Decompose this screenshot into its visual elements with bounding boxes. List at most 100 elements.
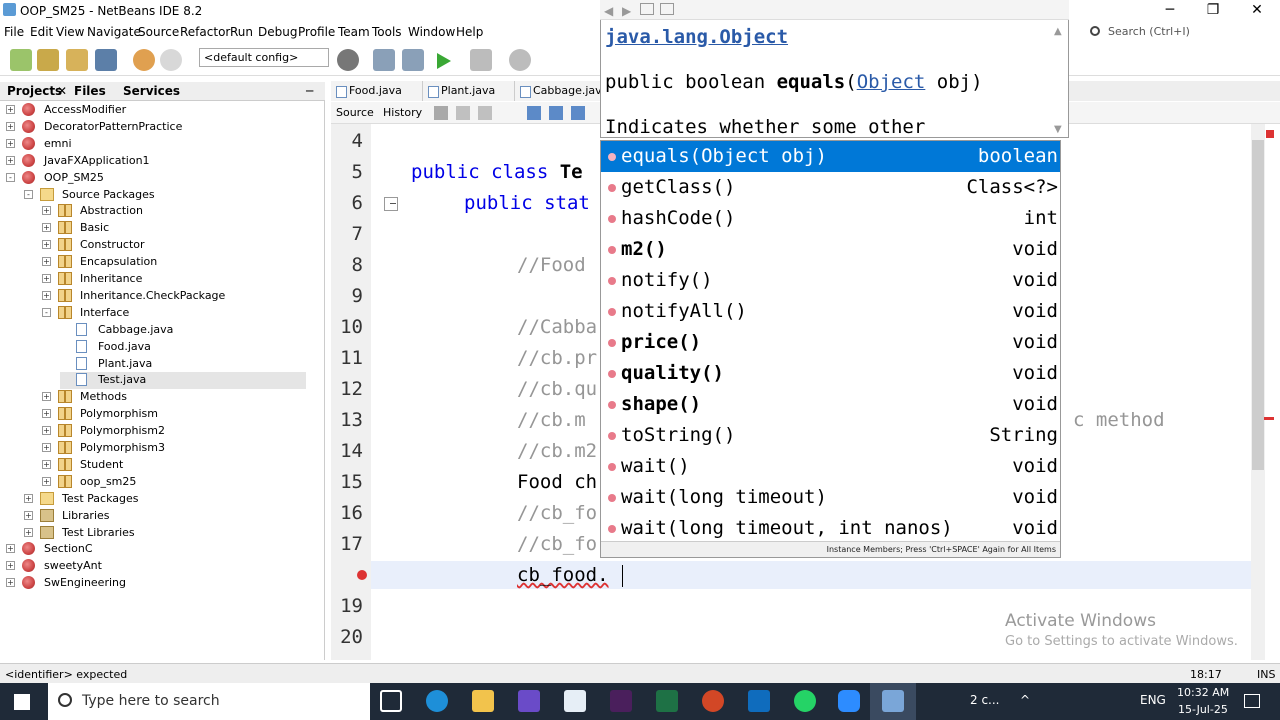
last-edit-icon[interactable] bbox=[434, 106, 448, 120]
expand-icon[interactable]: + bbox=[6, 544, 15, 554]
menu-tools[interactable]: Tools bbox=[372, 25, 402, 39]
expand-icon[interactable]: + bbox=[24, 493, 33, 503]
error-mark[interactable] bbox=[1264, 417, 1274, 420]
tree-item[interactable]: + Constructor bbox=[42, 237, 306, 254]
powerpoint-icon[interactable] bbox=[702, 690, 724, 712]
excel-icon[interactable] bbox=[656, 690, 678, 712]
tree-item[interactable]: + AccessModifier bbox=[6, 102, 306, 119]
close-projects-icon[interactable]: ✕ bbox=[57, 84, 67, 98]
open-source-icon[interactable] bbox=[660, 3, 674, 15]
menu-refactor[interactable]: Refactor bbox=[180, 25, 230, 39]
tree-item[interactable]: + Encapsulation bbox=[42, 254, 306, 271]
expand-icon[interactable]: + bbox=[42, 459, 51, 469]
collapse-icon[interactable]: - bbox=[24, 189, 33, 199]
tree-item[interactable]: + Inheritance bbox=[42, 271, 306, 288]
open-project-icon[interactable] bbox=[66, 49, 88, 71]
outlook-icon[interactable] bbox=[748, 690, 770, 712]
expand-icon[interactable]: + bbox=[6, 578, 15, 588]
weather-text[interactable]: 2 c... bbox=[970, 693, 1000, 707]
premiere-icon[interactable] bbox=[610, 690, 632, 712]
menu-profile[interactable]: Profile bbox=[298, 25, 335, 39]
forward-icon[interactable] bbox=[478, 106, 492, 120]
expand-icon[interactable]: + bbox=[6, 105, 15, 114]
tab-files[interactable]: Files bbox=[74, 84, 106, 98]
editor-scrollbar-thumb[interactable] bbox=[1252, 140, 1264, 470]
taskbar-search-input[interactable]: Type here to search bbox=[48, 683, 370, 720]
completion-item[interactable]: wait(long timeout) void bbox=[601, 482, 1060, 513]
netbeans-icon[interactable] bbox=[882, 690, 904, 712]
tree-item[interactable]: + Basic bbox=[42, 220, 306, 237]
javadoc-class-link[interactable]: java.lang.Object bbox=[605, 26, 788, 48]
expand-icon[interactable]: + bbox=[24, 510, 33, 520]
tree-item[interactable]: + Test Packages bbox=[24, 491, 306, 508]
expand-icon[interactable]: + bbox=[42, 290, 51, 300]
expand-icon[interactable]: + bbox=[6, 121, 15, 131]
collapse-icon[interactable]: - bbox=[6, 172, 15, 182]
completion-item[interactable]: notifyAll() void bbox=[601, 296, 1060, 327]
clock-time[interactable]: 10:32 AM bbox=[1177, 686, 1229, 699]
completion-item[interactable]: wait() void bbox=[601, 451, 1060, 482]
tree-item[interactable]: + Inheritance.CheckPackage bbox=[42, 288, 306, 305]
clock-date[interactable]: 15-Jul-25 bbox=[1178, 703, 1228, 716]
clean-build-icon[interactable] bbox=[402, 49, 424, 71]
completion-item[interactable]: wait(long timeout, int nanos) void bbox=[601, 513, 1060, 544]
menu-debug[interactable]: Debug bbox=[258, 25, 297, 39]
expand-icon[interactable]: + bbox=[42, 223, 51, 233]
forward-arrow-icon[interactable]: ▶ bbox=[622, 4, 631, 18]
search-input[interactable]: Search (Ctrl+I) bbox=[1082, 22, 1280, 42]
menu-navigate[interactable]: Navigate bbox=[87, 25, 141, 39]
javadoc-sig-type-link[interactable]: Object bbox=[857, 71, 926, 93]
tree-item[interactable]: Plant.java bbox=[60, 356, 306, 373]
language-indicator[interactable]: ENG bbox=[1140, 693, 1166, 707]
fold-icon[interactable] bbox=[384, 197, 398, 211]
notepad-icon[interactable] bbox=[564, 690, 586, 712]
tree-item[interactable]: + Polymorphism3 bbox=[42, 440, 306, 457]
minimize-panel-icon[interactable]: ─ bbox=[306, 84, 313, 98]
tab-projects[interactable]: Projects bbox=[7, 84, 62, 98]
menu-team[interactable]: Team bbox=[338, 25, 370, 39]
after-effects-icon[interactable] bbox=[518, 690, 540, 712]
menu-view[interactable]: View bbox=[56, 25, 84, 39]
tree-item[interactable]: + Student bbox=[42, 457, 306, 474]
completion-item[interactable]: price() void bbox=[601, 327, 1060, 358]
tree-item[interactable]: + oop_sm25 bbox=[42, 474, 306, 491]
tree-item[interactable]: - OOP_SM25 bbox=[6, 170, 306, 187]
tab-food-java[interactable]: Food.java bbox=[331, 81, 423, 101]
tree-item[interactable]: - Source Packages bbox=[24, 187, 306, 204]
whatsapp-icon[interactable] bbox=[794, 690, 816, 712]
completion-item[interactable]: notify() void bbox=[601, 265, 1060, 296]
menu-run[interactable]: Run bbox=[230, 25, 253, 39]
find-next-icon[interactable] bbox=[549, 106, 563, 120]
back-arrow-icon[interactable]: ◀ bbox=[604, 4, 613, 18]
tree-item[interactable]: + sweetyAnt bbox=[6, 558, 306, 575]
menu-window[interactable]: Window bbox=[408, 25, 455, 39]
source-tab[interactable]: Source bbox=[336, 106, 374, 119]
completion-item[interactable]: m2() void bbox=[601, 234, 1060, 265]
tree-item[interactable]: - Interface bbox=[42, 305, 306, 322]
menu-edit[interactable]: Edit bbox=[30, 25, 53, 39]
completion-item[interactable]: hashCode() int bbox=[601, 203, 1060, 234]
tab-plant-java[interactable]: Plant.java bbox=[423, 81, 515, 101]
redo-icon[interactable] bbox=[160, 49, 182, 71]
tree-item[interactable]: + Methods bbox=[42, 389, 306, 406]
expand-icon[interactable]: + bbox=[24, 527, 33, 537]
menu-source[interactable]: Source bbox=[138, 25, 179, 39]
tree-item[interactable]: + Libraries bbox=[24, 508, 306, 525]
zoom-icon[interactable] bbox=[838, 690, 860, 712]
tab-cabbage-java[interactable]: Cabbage.java bbox=[515, 81, 608, 101]
maximize-button[interactable]: ❐ bbox=[1190, 0, 1236, 22]
menu-help[interactable]: Help bbox=[456, 25, 483, 39]
expand-icon[interactable]: + bbox=[42, 257, 51, 267]
undo-icon[interactable] bbox=[133, 49, 155, 71]
completion-item[interactable]: getClass() Class<?> bbox=[601, 172, 1060, 203]
expand-icon[interactable]: + bbox=[6, 561, 15, 571]
back-icon[interactable] bbox=[456, 106, 470, 120]
task-view-icon[interactable] bbox=[380, 690, 402, 712]
error-stripe-icon[interactable] bbox=[1266, 130, 1274, 138]
expand-icon[interactable]: + bbox=[42, 476, 51, 486]
completion-item[interactable]: quality() void bbox=[601, 358, 1060, 389]
profile-icon[interactable] bbox=[509, 49, 531, 71]
tree-item[interactable]: Test.java bbox=[60, 372, 306, 390]
tab-services[interactable]: Services bbox=[123, 84, 180, 98]
tree-item[interactable]: + SectionC bbox=[6, 541, 306, 558]
